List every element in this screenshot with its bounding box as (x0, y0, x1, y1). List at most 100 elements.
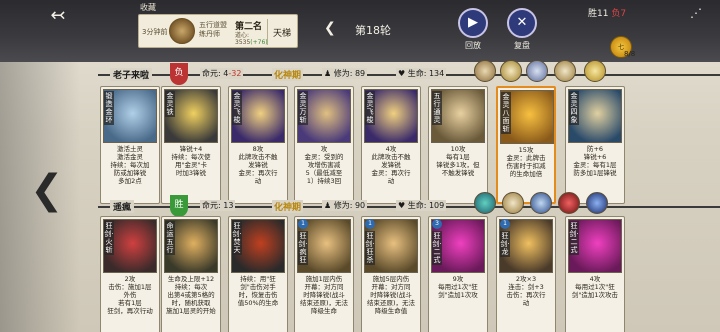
ladder-label[interactable]: 天梯 (273, 26, 291, 39)
hp-stat: ♥ 生命: 109 (396, 200, 447, 211)
card-line: 2攻 (124, 275, 136, 283)
card-line: 剑"造加1次攻 (438, 291, 478, 299)
card[interactable]: 金灵铁 锋锐+4 持续：每次使 用"金灵"卡 时加3锋锐 (161, 86, 221, 204)
relic-icon[interactable] (474, 192, 496, 214)
card-line: 开幕：对方同 (304, 283, 344, 291)
card-title: 狂剑·二式 (432, 231, 442, 265)
card[interactable]: 锻造金环 激活土灵 激活金灵 持续：每次加 防或加锋锐 多加2点 (100, 86, 160, 204)
card-line: 时降锋锐(战斗 (303, 291, 345, 299)
card-level: 3 (432, 219, 442, 229)
card-description: 2攻×3 连击：剑+3 击伤：再次行动 (499, 275, 553, 307)
card-line: 金灵：再次行 (238, 169, 278, 177)
relic-icon[interactable] (558, 192, 580, 214)
card[interactable]: 金灵飞梭 8攻 此牌攻击不触 发锋锐 金灵：再次行动 (228, 86, 288, 204)
card[interactable]: 狂剑·火斩 2攻 击伤：施加1层 外伤 若有1层 狂剑，再次行动 (100, 216, 160, 332)
card[interactable]: 金灵万斩攻金灵：受到的 攻增伤害减 5（最低减至 1）持续3回 (294, 86, 354, 204)
card-description: 2攻 击伤：施加1层 外伤 若有1层 狂剑，再次行动 (103, 275, 157, 315)
card-line: 2攻×3 (515, 275, 537, 283)
card-line: 持续：用"狂 (240, 275, 276, 283)
collect-label[interactable]: 收藏 (140, 2, 156, 13)
card-line: 发锋锐 (248, 161, 268, 169)
opponent-profile[interactable]: 3分钟前 五行道盟 练丹师 第二名 道心: 3535(+76) 天梯 (138, 14, 298, 48)
cultivation-stat: ♟ 修为: 89 (322, 68, 368, 79)
card[interactable]: 狂剑·疯狂 1 施加1层内伤 开幕：对方同 时降锋锐(战斗 结束还原)，无法 降级生命 (294, 216, 354, 332)
review-button[interactable]: ✕ (507, 8, 537, 38)
card[interactable]: 命运五行生命及上限+12 持续：每次 出第4或第5格的 时，随机获取 施加1层灵的开始 (161, 216, 221, 332)
card-level: 1 (298, 219, 308, 229)
card-title: 狂剑·龙 (500, 231, 510, 257)
player-name: 遥瘋 (110, 200, 135, 213)
card[interactable]: 金灵八面斩 15攻 金灵：此牌击 伤害时于扣减 的生命加倍 (496, 86, 556, 204)
card-line: 击伤：施加1层 (108, 283, 152, 291)
hp-stat: ♥ 生命: 134 (396, 68, 447, 79)
relic-icon[interactable] (526, 60, 548, 82)
card-line: 动 (387, 177, 395, 185)
top-bar: ↢ 收藏 3分钟前 五行道盟 练丹师 第二名 道心: 3535(+76) 天梯 … (0, 0, 720, 62)
card-description: 持续：用"狂 剑"击伤对手 时，恢复击伤 值50%的生命 (231, 275, 285, 307)
result-badge: 胜 (170, 195, 188, 217)
card-line: 防+6 (586, 145, 604, 153)
relic-icon[interactable] (502, 192, 524, 214)
card[interactable]: 五行通灵 10攻 每有1层 锋锐多1攻，但 不触发锋锐 (428, 86, 488, 204)
card-description: 10攻 每有1层 锋锐多1攻，但 不触发锋锐 (431, 145, 485, 177)
realm: 化神期 (272, 68, 304, 81)
card-title: 狂剑·狂杀 (365, 231, 375, 265)
rank: 第二名 (235, 22, 263, 32)
card-line: 此牌攻击不触 (238, 153, 278, 161)
card-title: 狂剑·焚天 (232, 221, 242, 255)
relic-icon[interactable] (474, 60, 496, 82)
card-line: 时，随机获取 (171, 299, 211, 307)
card-line: 出第4或第5格的 (167, 291, 215, 299)
card-description: 8攻 此牌攻击不触 发锋锐 金灵：再次行动 (231, 145, 285, 185)
relic-icon[interactable] (554, 60, 576, 82)
relic-icon[interactable] (500, 60, 522, 82)
card-line: 结束还原)，无法 (299, 299, 349, 307)
card-title: 狂剑·疯狂 (298, 231, 308, 265)
card-line: 多加2点 (118, 177, 142, 185)
card-line: 剑"造加1次攻击 (571, 291, 619, 299)
card-line: 金灵：再次行 (371, 169, 411, 177)
prev-page-icon[interactable]: ❮ (30, 170, 64, 210)
card[interactable]: 金灵四象防+6 锋锐+6 金灵：每有1层 防多加1层锋锐 (565, 86, 625, 204)
card-description: 9攻 每用过1次"狂 剑"造加1次攻 (431, 275, 485, 299)
card-description: 激活土灵 激活金灵 持续：每次加 防或加锋锐 多加2点 (103, 145, 157, 185)
card-description: 生命及上限+12 持续：每次 出第4或第5格的 时，随机获取 施加1层灵的开始 (164, 275, 218, 315)
card-line: 施加5层内伤 (372, 275, 410, 283)
back-icon[interactable]: ↢ (42, 6, 74, 26)
relic-icon[interactable] (586, 192, 608, 214)
card-description: 4攻 每用过1次"狂 剑"造加1次攻击 (568, 275, 622, 299)
card[interactable]: 金灵飞梭 4攻 此牌攻击不触 发锋锐 金灵：再次行动 (361, 86, 421, 204)
card-line: 剑"击伤对手 (240, 283, 276, 291)
prev-round-icon[interactable]: ❮ (324, 20, 336, 36)
review-label: 复盘 (514, 41, 530, 50)
card-title: 命运五行 (165, 221, 175, 255)
card-line: 降级生命 (311, 307, 337, 315)
card-line: 伤害时于扣减 (506, 162, 546, 170)
card[interactable]: 狂剑·二式 3 9攻 每用过1次"狂 剑"造加1次攻 (428, 216, 488, 332)
card[interactable]: 狂剑·龙 1 2攻×3 连击：剑+3 击伤：再次行动 (496, 216, 556, 332)
card-line: 连击：剑+3 (508, 283, 544, 291)
card[interactable]: 狂剑·狂杀 1 施加5层内伤 开幕：对方同 时降锋锐(战斗 结束还原)，无法 降级生命值 (361, 216, 421, 332)
card-line: 1）持续3回 (306, 177, 342, 185)
player-name: 老子来啦 (110, 68, 153, 81)
relic-icon[interactable] (584, 60, 606, 82)
share-icon[interactable]: ⋰ (690, 6, 702, 20)
card-line: 攻 (320, 145, 328, 153)
card[interactable]: 狂剑·焚天持续：用"狂 剑"击伤对手 时，恢复击伤 值50%的生命 (228, 216, 288, 332)
card-description: 防+6 锋锐+6 金灵：每有1层 防多加1层锋锐 (568, 145, 622, 177)
card-title: 金灵飞梭 (232, 91, 242, 125)
card-description: 4攻 此牌攻击不触 发锋锐 金灵：再次行动 (364, 145, 418, 185)
card-line: 时加3锋锐 (175, 169, 207, 177)
card[interactable]: 狂剑·二式 4攻 每用过1次"狂 剑"造加1次攻击 (565, 216, 625, 332)
card-title: 金灵四象 (569, 91, 579, 125)
card-level: 1 (500, 219, 510, 229)
player-row-2: 遥瘋 胜 命元: 13 化神期 ♟ 修为: 90 ♥ 生命: 109 (0, 192, 720, 217)
round-title: 第18轮 (355, 24, 391, 37)
card-line: 动 (522, 299, 530, 307)
card-line: 动 (254, 177, 262, 185)
relic-icon[interactable] (530, 192, 552, 214)
replay-button[interactable]: ▶ (458, 8, 488, 38)
card-title: 五行通灵 (432, 91, 442, 125)
card-line: 时降锋锐(战斗 (370, 291, 412, 299)
card-line: 激活土灵 (117, 145, 143, 153)
